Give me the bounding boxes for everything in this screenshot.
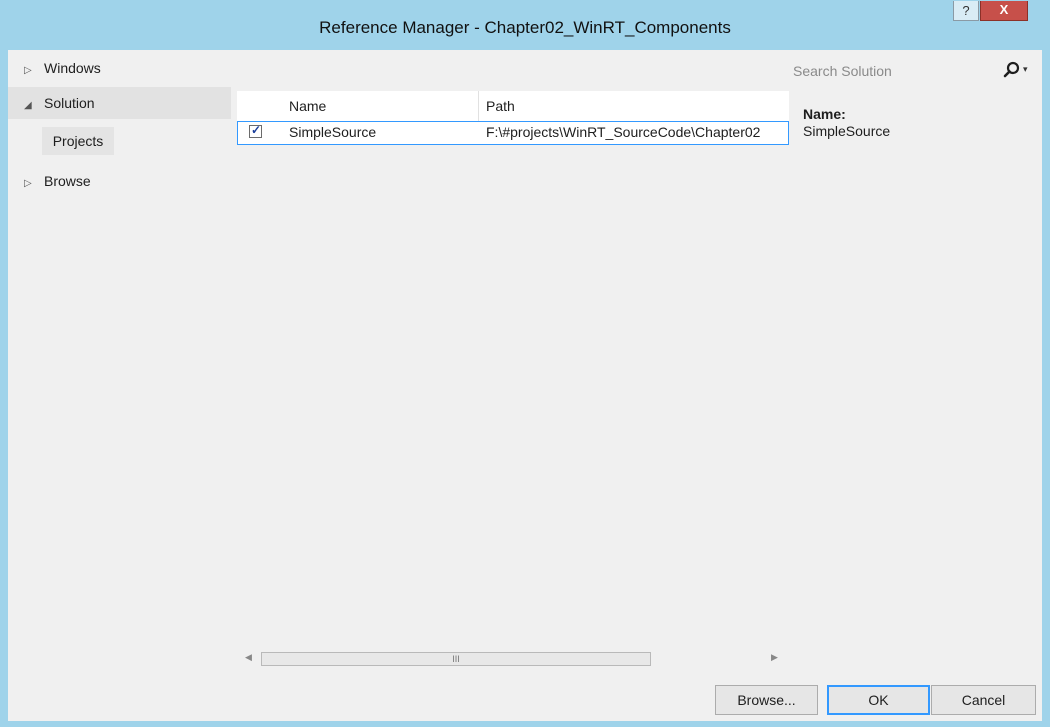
search-dropdown-icon[interactable]: ▾ [1023,64,1028,75]
checkmark-icon: ✓ [251,123,262,137]
nav-item-label: Windows [44,60,101,76]
expand-arrow-icon: ▷ [24,65,32,76]
search-box: ▾ [789,57,1042,85]
list-header: Name Path [237,91,789,122]
nav-item-projects[interactable]: Projects [42,127,114,155]
horizontal-scrollbar[interactable]: ◀ III ▶ [237,650,789,668]
reference-checkbox[interactable]: ✓ [249,123,262,138]
dialog-client-area: ▷ Windows ◢ Solution Projects ▷ Browse Name… [8,50,1042,721]
column-header-path[interactable]: Path [486,98,515,114]
help-button[interactable]: ? [953,1,979,21]
nav-item-label: Solution [44,95,95,111]
collapse-arrow-icon: ◢ [24,100,32,111]
ok-button[interactable]: OK [827,685,930,715]
scroll-left-arrow-icon[interactable]: ◀ [245,652,252,663]
scroll-thumb[interactable]: III [261,652,651,666]
window-title: Reference Manager - Chapter02_WinRT_Comp… [319,18,731,37]
grip-icon: III [452,654,460,664]
title-bar[interactable]: Reference Manager - Chapter02_WinRT_Comp… [0,0,1050,50]
close-button[interactable]: X [980,1,1028,21]
details-name-label: Name: [803,106,846,122]
search-input[interactable] [793,61,993,81]
nav-item-solution[interactable]: ◢ Solution [8,87,231,119]
nav-item-windows[interactable]: ▷ Windows [8,52,231,84]
left-nav: ▷ Windows ◢ Solution Projects ▷ Browse [8,50,231,721]
table-row[interactable]: ✓ SimpleSource F:\#projects\WinRT_Source… [237,121,789,145]
cancel-button[interactable]: Cancel [931,685,1036,715]
scroll-right-arrow-icon[interactable]: ▶ [771,652,778,663]
browse-button[interactable]: Browse... [715,685,818,715]
nav-item-browse[interactable]: ▷ Browse [8,165,231,197]
reference-list: Name Path ✓ SimpleSource F:\#projects\Wi… [237,91,789,670]
column-separator[interactable] [478,91,479,121]
nav-item-label: Browse [44,173,91,189]
details-panel: Name: SimpleSource [803,106,1033,139]
row-path-cell: F:\#projects\WinRT_SourceCode\Chapter02 [486,124,761,140]
row-name-cell: SimpleSource [289,124,377,140]
column-header-name[interactable]: Name [289,98,326,114]
search-icon[interactable] [1001,60,1023,80]
reference-manager-window: Reference Manager - Chapter02_WinRT_Comp… [0,0,1050,727]
details-name-value: SimpleSource [803,123,891,139]
expand-arrow-icon: ▷ [24,178,32,189]
